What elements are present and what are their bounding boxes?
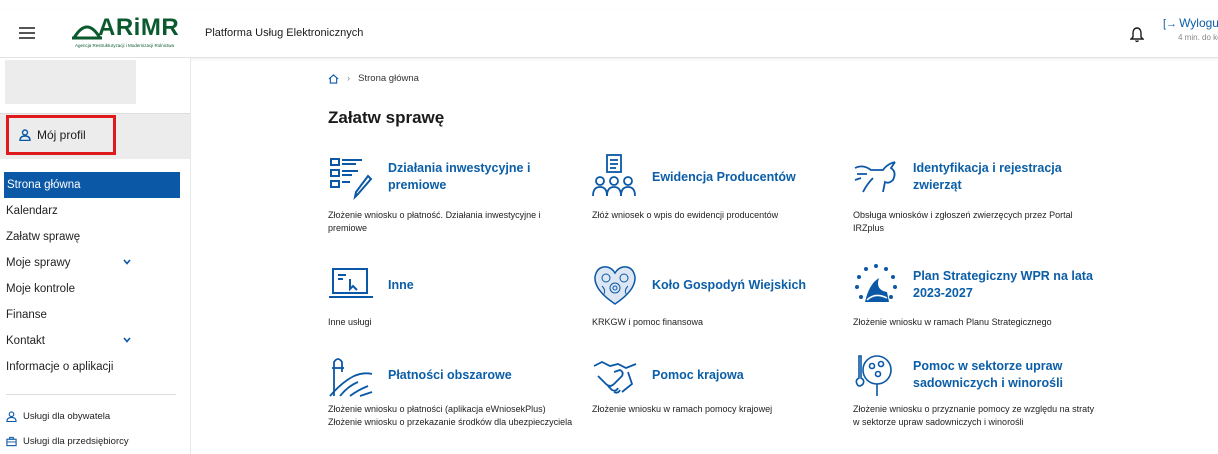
- document-edit-icon: [330, 158, 373, 200]
- service-card: Działania inwestycyjne i premiowe Złożen…: [328, 152, 578, 242]
- sidebar-item-label: Kontakt: [6, 335, 45, 347]
- heart-folk-icon: [594, 266, 636, 305]
- breadcrumb-current: Strona główna: [358, 73, 419, 84]
- sidebar-item-my-inspections[interactable]: Moje kontrole: [0, 276, 190, 302]
- sidebar-item-label: Informacje o aplikacji: [6, 361, 114, 373]
- my-profile-label: Mój profil: [37, 128, 86, 142]
- sidebar-item-label: Usługi dla obywatela: [23, 411, 111, 422]
- sidebar-item-label: Usługi dla przedsiębiorcy: [23, 436, 129, 447]
- service-card-link[interactable]: Koło Gospodyń Wiejskich: [592, 260, 806, 310]
- service-card-desc: Złożenie wniosku o płatności (aplikacja …: [328, 404, 573, 427]
- sidebar-item-label: Finanse: [6, 309, 47, 321]
- chevron-down-icon: [123, 337, 131, 343]
- service-card-title: Pomoc w sektorze upraw sadowniczych i wi…: [913, 359, 1064, 390]
- service-card-link[interactable]: Płatności obszarowe: [328, 350, 512, 400]
- service-card: Płatności obszarowe Złożenie wniosku o p…: [328, 350, 578, 450]
- service-card-desc: Złożenie wniosku o płatność. Działania i…: [328, 210, 541, 233]
- service-card: Pomoc krajowa Złożenie wniosku w ramach …: [592, 350, 842, 430]
- people-register-icon: [592, 154, 636, 197]
- service-card-desc: Obsługa wniosków i zgłoszeń zwierzęcych …: [853, 210, 1073, 233]
- person-icon: [6, 411, 17, 422]
- chevron-down-icon: [123, 259, 131, 265]
- logo-subtext: Agencja Restrukturyzacji i Modernizacji …: [75, 43, 175, 48]
- service-card: Koło Gospodyń Wiejskich KRKGW i pomoc fi…: [592, 260, 842, 330]
- sidebar-item-label: Moje kontrole: [6, 283, 76, 295]
- service-card-title: Plan Strategiczny WPR na lata 2023-2027: [913, 269, 1093, 300]
- service-card-title: Płatności obszarowe: [388, 367, 512, 382]
- logout-button[interactable]: [→ Wyloguj: [1163, 16, 1218, 30]
- fruit-tree-icon: [855, 355, 892, 396]
- sidebar-item-label: Kalendarz: [6, 205, 58, 217]
- service-card-title: Działania inwestycyjne i premiowe: [388, 161, 531, 192]
- session-timer: 4 min. do koń: [1178, 33, 1218, 42]
- divider: [6, 394, 176, 395]
- sidebar-item-services[interactable]: Załatw sprawę: [0, 224, 190, 250]
- service-card-link[interactable]: Inne: [328, 260, 414, 310]
- service-card-title: Koło Gospodyń Wiejskich: [652, 277, 807, 292]
- service-card: Inne Inne usługi: [328, 260, 578, 330]
- service-card-desc: Inne usługi: [328, 317, 372, 327]
- service-card-title: Ewidencja Producentów: [652, 169, 796, 184]
- briefcase-icon: [6, 436, 17, 447]
- service-card-title: Identyfikacja i rejestracja zwierząt: [913, 161, 1062, 192]
- field-icon: [329, 358, 373, 397]
- page-title: Załatw sprawę: [328, 108, 445, 127]
- bell-icon[interactable]: [1130, 27, 1144, 43]
- sidebar-item-label: Moje sprawy: [6, 257, 71, 269]
- service-card-link[interactable]: Plan Strategiczny WPR na lata 2023-2027: [853, 260, 1103, 310]
- sidebar-item-home[interactable]: Strona główna: [4, 172, 180, 198]
- service-card-desc: KRKGW i pomoc finansowa: [592, 317, 704, 327]
- home-icon[interactable]: [328, 73, 339, 84]
- service-card: Identyfikacja i rejestracja zwierząt Obs…: [853, 152, 1103, 242]
- logout-icon: [→: [1163, 18, 1178, 30]
- sidebar-item-contact[interactable]: Kontakt: [0, 328, 190, 354]
- handshake-icon: [593, 360, 637, 394]
- sidebar-item-label: Załatw sprawę: [6, 231, 81, 243]
- sidebar: Mój profil Strona główna Kalendarz Załat…: [0, 58, 191, 454]
- sidebar-nav: Strona główna Kalendarz Załatw sprawę Mo…: [0, 172, 190, 380]
- service-card: Plan Strategiczny WPR na lata 2023-2027 …: [853, 260, 1103, 330]
- service-card-desc: Złożenie wniosku w ramach Planu Strategi…: [853, 317, 1052, 327]
- service-card-link[interactable]: Ewidencja Producentów: [592, 152, 796, 202]
- logo-text: ARiMR: [98, 14, 180, 41]
- sidebar-item-label: Strona główna: [7, 179, 81, 191]
- service-card-link[interactable]: Działania inwestycyjne i premiowe: [328, 152, 578, 202]
- service-card: Pomoc w sektorze upraw sadowniczych i wi…: [853, 350, 1103, 440]
- logout-label: Wyloguj: [1179, 16, 1218, 30]
- service-card-link[interactable]: Pomoc w sektorze upraw sadowniczych i wi…: [853, 350, 1103, 400]
- cow-icon: [854, 161, 896, 193]
- service-card-desc: Złożenie wniosku w ramach pomocy krajowe…: [592, 404, 773, 414]
- sidebar-item-calendar[interactable]: Kalendarz: [0, 198, 190, 224]
- top-header: ARiMR Agencja Restrukturyzacji i Moderni…: [0, 10, 1218, 58]
- service-card-desc: Złożenie wniosku o przyznanie pomocy ze …: [853, 404, 1095, 427]
- sidebar-item-finance[interactable]: Finanse: [0, 302, 190, 328]
- breadcrumb: › Strona główna: [328, 73, 419, 84]
- sidebar-item-my-cases[interactable]: Moje sprawy: [0, 250, 190, 276]
- arimr-logo[interactable]: ARiMR Agencja Restrukturyzacji i Moderni…: [72, 14, 192, 52]
- service-card-link[interactable]: Pomoc krajowa: [592, 350, 744, 400]
- service-card: Ewidencja Producentów Złóż wniosek o wpi…: [592, 152, 842, 242]
- hamburger-menu-icon[interactable]: [19, 27, 35, 39]
- sidebar-item-app-info[interactable]: Informacje o aplikacji: [0, 354, 190, 380]
- sidebar-item-business-services[interactable]: Usługi dla przedsiębiorcy: [6, 436, 129, 447]
- my-profile-link[interactable]: Mój profil: [6, 115, 116, 155]
- person-icon: [19, 129, 31, 141]
- sidebar-item-citizen-services[interactable]: Usługi dla obywatela: [6, 411, 110, 422]
- breadcrumb-separator-icon: ›: [347, 73, 351, 84]
- service-card-desc: Złóż wniosek o wpis do ewidencji produce…: [592, 210, 779, 220]
- platform-title: Platforma Usług Elektronicznych: [205, 27, 364, 39]
- service-card-title: Pomoc krajowa: [652, 367, 744, 382]
- service-card-link[interactable]: Identyfikacja i rejestracja zwierząt: [853, 152, 1103, 202]
- service-card-title: Inne: [388, 277, 414, 292]
- laptop-icon: [329, 268, 373, 298]
- sidebar-avatar-placeholder: [5, 60, 136, 104]
- eu-plan-icon: [855, 264, 897, 302]
